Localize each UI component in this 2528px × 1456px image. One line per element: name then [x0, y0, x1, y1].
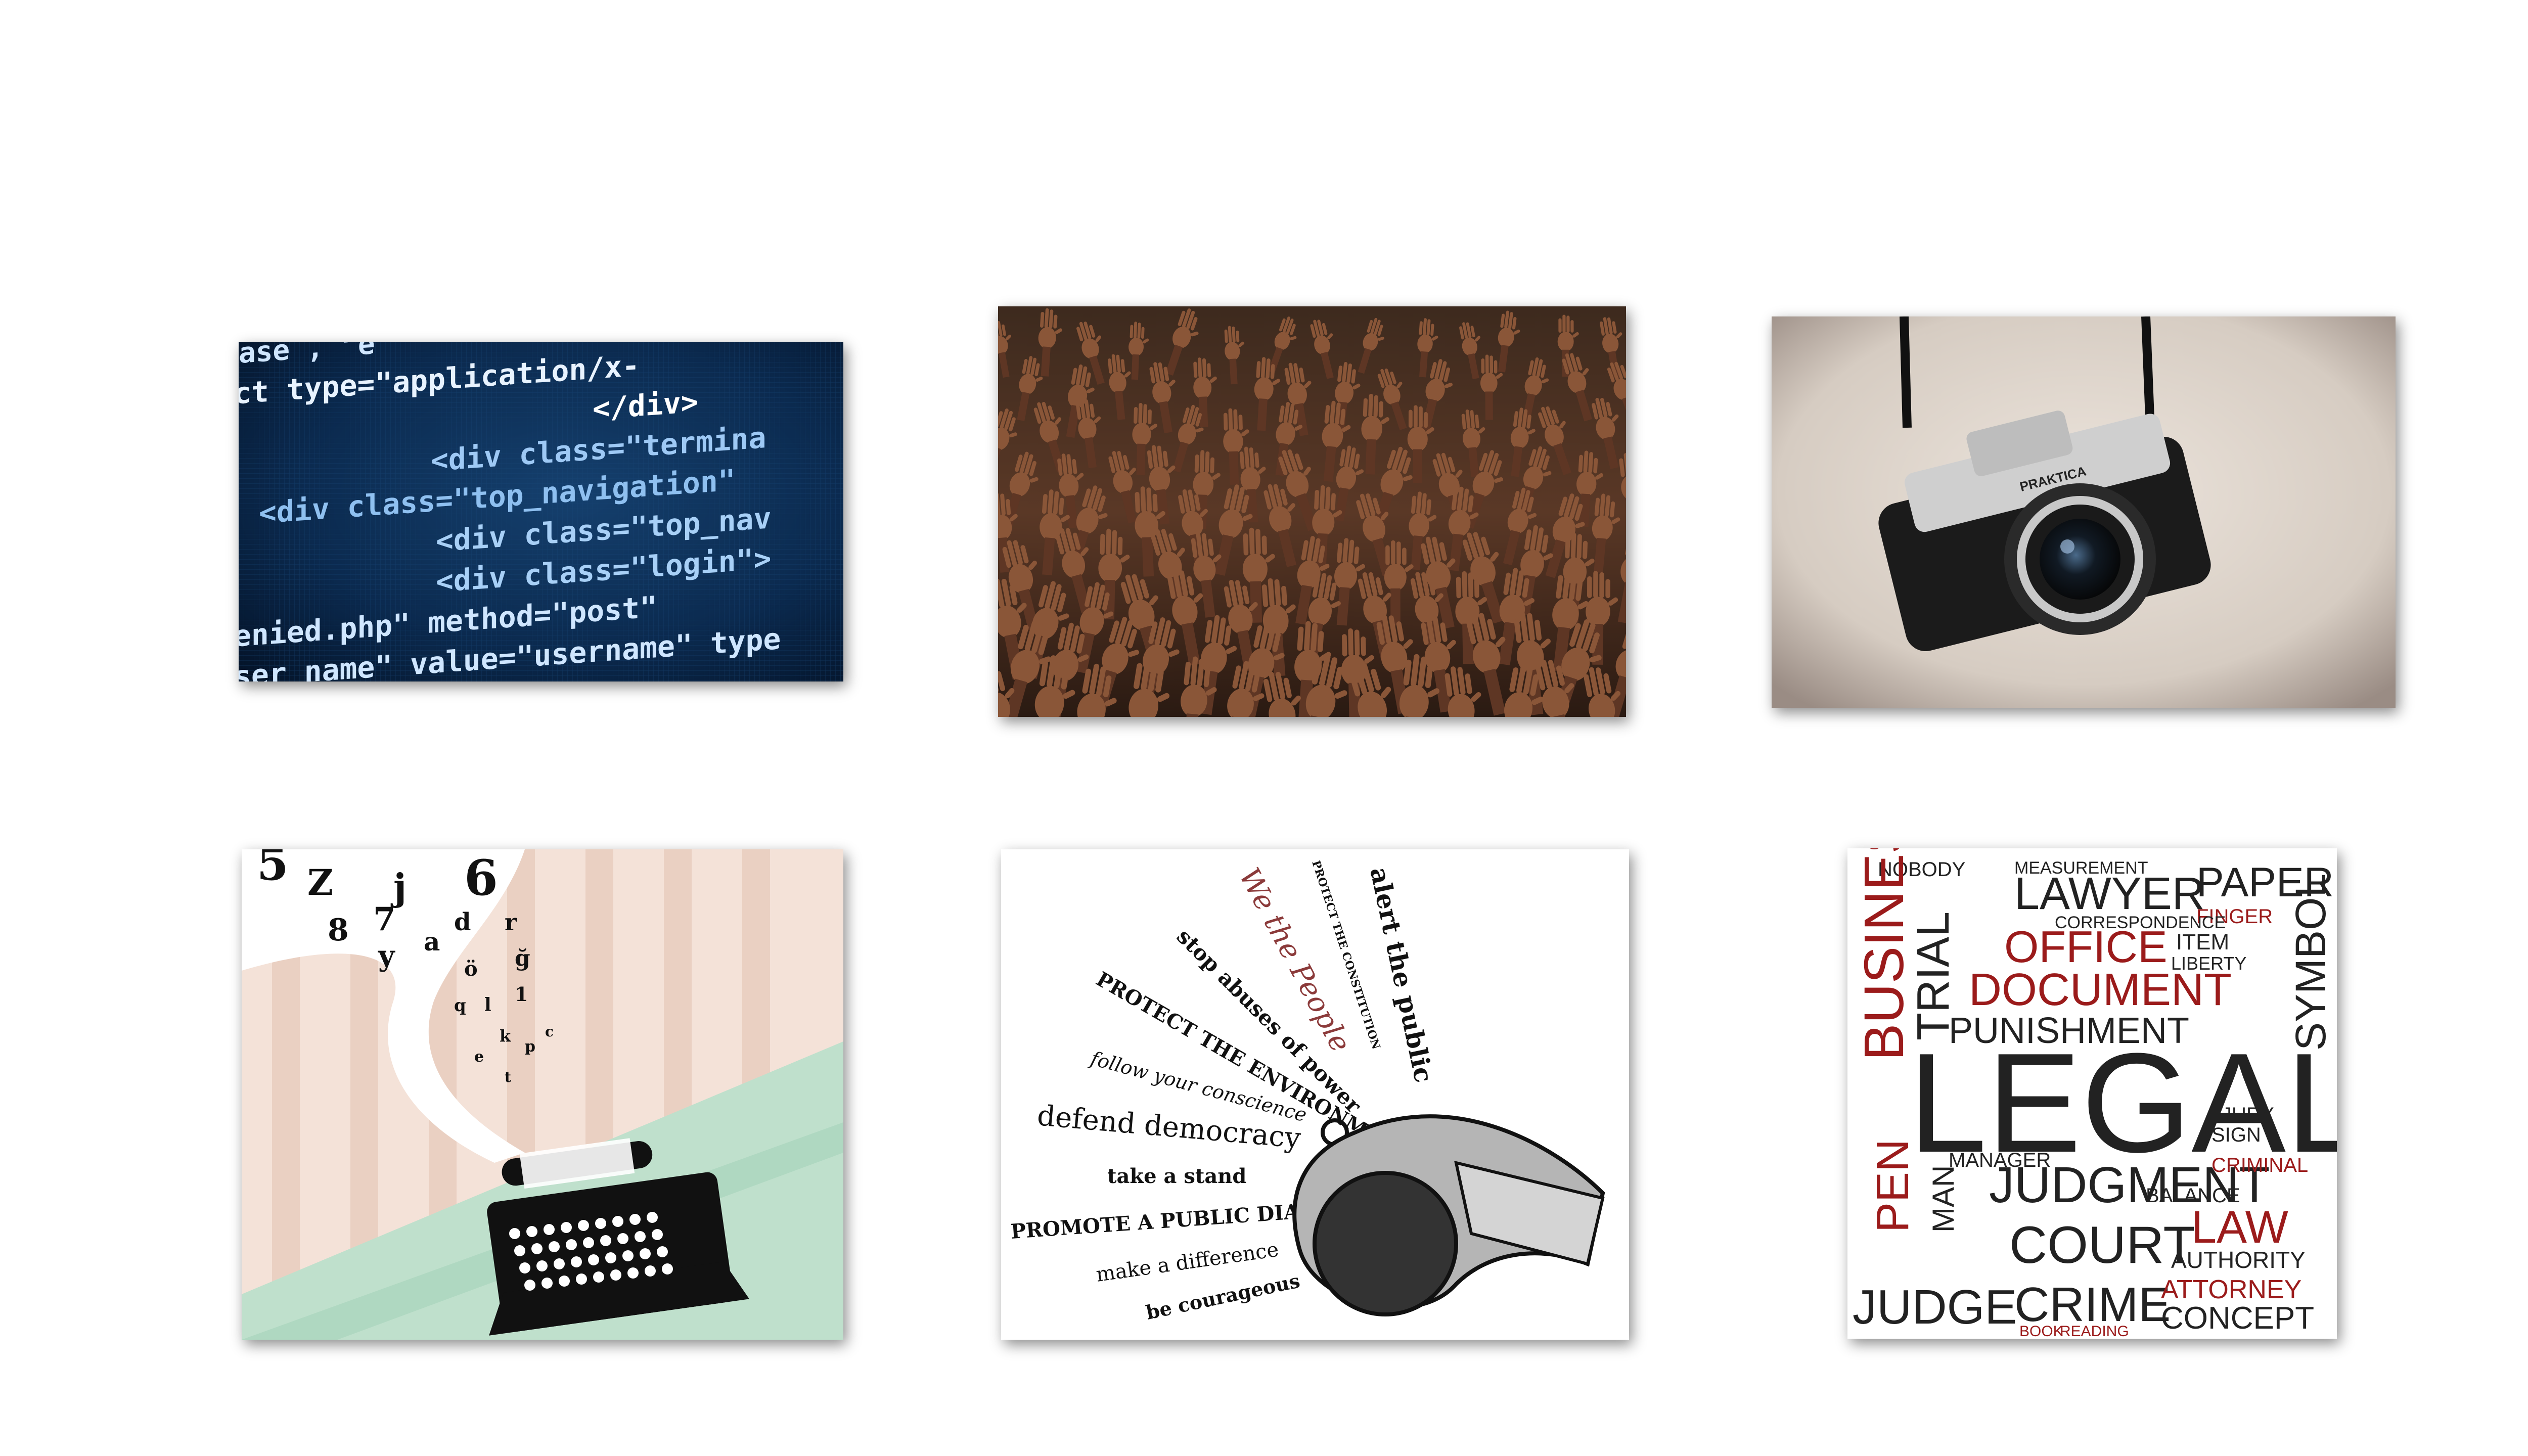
flying-letter: a	[424, 927, 440, 957]
flying-letter: k	[500, 1026, 511, 1045]
typewriter-key	[627, 1267, 639, 1279]
whistle-image[interactable]: alert the public We the People PROTECT T…	[1001, 849, 1629, 1340]
typewriter-key	[524, 1280, 535, 1291]
typewriter-key	[519, 1262, 530, 1273]
word-sign: SIGN	[2211, 1124, 2261, 1146]
typewriter-key	[554, 1258, 565, 1269]
presentation-slide: ase , "e ct type="application/x- </div> …	[0, 0, 2528, 1456]
word-man: MAN	[1926, 1165, 1960, 1233]
typewriter-key	[593, 1271, 604, 1283]
typewriter-key	[578, 1220, 589, 1231]
typewriter-key	[610, 1269, 621, 1281]
flying-letter: 8	[328, 913, 349, 948]
flying-letter: 5	[257, 849, 289, 891]
typewriter-key	[576, 1273, 587, 1285]
word-symbol: SYMBOL	[2287, 874, 2334, 1051]
code-illustration: ase , "e ct type="application/x- </div> …	[239, 342, 843, 681]
flying-letter: d	[454, 908, 471, 936]
typewriter-key	[622, 1250, 634, 1261]
flying-letter: e	[474, 1048, 484, 1066]
word-attorney: ATTORNEY	[2161, 1275, 2301, 1304]
typewriter-key	[640, 1248, 651, 1259]
typewriter-image[interactable]: 5 Z j 6 7 8 y a d r ğ ö 1 l q k p e t c	[242, 849, 843, 1340]
typewriter-key	[566, 1239, 577, 1250]
flying-letter: Z	[307, 861, 333, 903]
typewriter-illustration: 5 Z j 6 7 8 y a d r ğ ö 1 l q k p e t c	[242, 849, 843, 1340]
typewriter-key	[617, 1233, 628, 1244]
word-reading: READING	[2060, 1323, 2129, 1339]
typewriter-key	[629, 1214, 641, 1225]
typewriter-key	[544, 1224, 555, 1235]
typewriter-key	[571, 1256, 582, 1267]
crowd-illustration	[998, 306, 1626, 717]
whistle-illustration: alert the public We the People PROTECT T…	[1001, 849, 1629, 1340]
typewriter-key	[635, 1231, 646, 1242]
typewriter-key	[657, 1246, 668, 1257]
typewriter-key	[652, 1229, 663, 1240]
typewriter-key	[588, 1254, 599, 1265]
word-document: DOCUMENT	[1969, 965, 2232, 1015]
code-image[interactable]: ase , "e ct type="application/x- </div> …	[239, 342, 843, 681]
typewriter-key	[509, 1228, 520, 1239]
flying-letter: 7	[373, 900, 396, 938]
flying-letter: c	[545, 1023, 554, 1040]
typewriter-key	[605, 1252, 616, 1263]
word-authority: AUTHORITY	[2171, 1247, 2306, 1273]
legal-word-cloud-image[interactable]: NOBODY MEASUREMENT LAWYER PAPER FINGER C…	[1847, 848, 2337, 1339]
word-lawyer: LAWYER	[2014, 869, 2205, 919]
phrase-take-stand: take a stand	[1107, 1164, 1246, 1188]
word-judge: JUDGE	[1853, 1280, 2017, 1334]
raised-hands-image[interactable]	[998, 306, 1626, 717]
flying-letter: y	[378, 939, 395, 973]
word-manager: MANAGER	[1949, 1149, 2051, 1171]
typewriter-key	[600, 1235, 611, 1246]
typewriter-key	[559, 1276, 570, 1287]
flying-letter: p	[525, 1038, 535, 1056]
flying-letter: l	[484, 994, 491, 1016]
word-jury: JURY	[2222, 1104, 2274, 1126]
typewriter-key	[514, 1245, 525, 1256]
typewriter-key	[531, 1243, 543, 1254]
word-law: LAW	[2191, 1202, 2288, 1253]
word-book: BOOK	[2019, 1323, 2063, 1339]
flying-letter: r	[505, 908, 517, 936]
typewriter-key	[647, 1212, 658, 1223]
typewriter-key	[612, 1216, 623, 1227]
flying-letter: t	[505, 1069, 511, 1085]
word-court: COURT	[2009, 1216, 2195, 1275]
word-criminal: CRIMINAL	[2211, 1154, 2308, 1176]
camera-image[interactable]: PRAKTICA	[1772, 316, 2396, 708]
word-concept: CONCEPT	[2161, 1301, 2314, 1336]
camera-illustration: PRAKTICA	[1772, 316, 2396, 708]
typewriter-key	[662, 1263, 673, 1275]
typewriter-key	[536, 1260, 548, 1271]
typewriter-key	[541, 1278, 553, 1289]
word-pen: PEN	[1868, 1139, 1918, 1233]
typewriter-key	[583, 1237, 594, 1248]
word-item: ITEM	[2176, 930, 2229, 954]
typewriter-key	[645, 1265, 656, 1277]
flying-letter: 1	[515, 983, 528, 1006]
word-business: BUSINESS	[1853, 848, 1915, 1061]
flying-letter: 6	[464, 849, 498, 906]
typewriter-key	[595, 1218, 606, 1229]
typewriter-key	[526, 1226, 537, 1237]
typewriter-key	[549, 1241, 560, 1252]
typewriter-key	[561, 1222, 572, 1233]
flying-letter: ğ	[515, 945, 530, 971]
flying-letter: q	[454, 995, 466, 1016]
flying-letter: ö	[464, 957, 478, 981]
word-cloud-illustration: NOBODY MEASUREMENT LAWYER PAPER FINGER C…	[1847, 848, 2337, 1339]
word-trial: TRIAL	[1908, 912, 1959, 1040]
